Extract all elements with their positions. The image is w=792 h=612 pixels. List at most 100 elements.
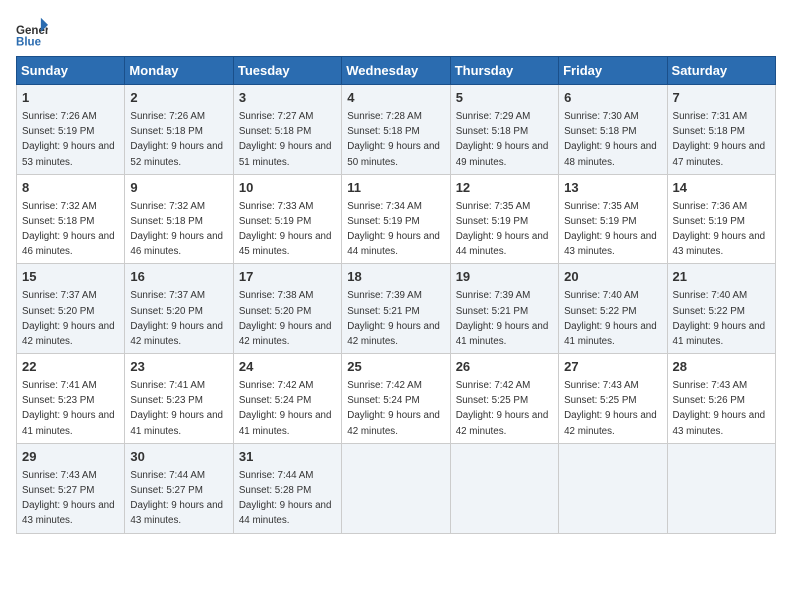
weekday-header-sunday: Sunday xyxy=(17,57,125,85)
day-number: 29 xyxy=(22,448,119,467)
daylight: Daylight: 9 hours and 42 minutes. xyxy=(347,410,440,436)
sunrise: Sunrise: 7:43 AM xyxy=(564,380,639,391)
weekday-header-tuesday: Tuesday xyxy=(233,57,341,85)
daylight: Daylight: 9 hours and 46 minutes. xyxy=(22,231,115,257)
calendar-cell: 18Sunrise: 7:39 AMSunset: 5:21 PMDayligh… xyxy=(342,264,450,354)
day-number: 21 xyxy=(673,268,770,287)
weekday-header-wednesday: Wednesday xyxy=(342,57,450,85)
calendar-cell: 1Sunrise: 7:26 AMSunset: 5:19 PMDaylight… xyxy=(17,85,125,175)
sunrise: Sunrise: 7:35 AM xyxy=(456,201,531,212)
sunset: Sunset: 5:23 PM xyxy=(22,395,94,406)
calendar-cell: 23Sunrise: 7:41 AMSunset: 5:23 PMDayligh… xyxy=(125,354,233,444)
day-number: 4 xyxy=(347,89,444,108)
sunset: Sunset: 5:19 PM xyxy=(22,126,94,137)
daylight: Daylight: 9 hours and 41 minutes. xyxy=(456,321,549,347)
sunset: Sunset: 5:18 PM xyxy=(22,216,94,227)
calendar-week-row: 29 Sunrise: 7:43 AM Sunset: 5:27 PM Dayligh… xyxy=(17,443,776,533)
day-number: 20 xyxy=(564,268,661,287)
day-number: 26 xyxy=(456,358,553,377)
page-header: General Blue xyxy=(16,16,776,48)
day-number: 22 xyxy=(22,358,119,377)
daylight: Daylight: 9 hours and 42 minutes. xyxy=(22,321,115,347)
sunrise: Sunrise: 7:30 AM xyxy=(564,111,639,122)
calendar-cell: 28Sunrise: 7:43 AMSunset: 5:26 PMDayligh… xyxy=(667,354,775,444)
sunset: Sunset: 5:18 PM xyxy=(456,126,528,137)
sunset: Sunset: 5:20 PM xyxy=(130,306,202,317)
calendar-cell: 27Sunrise: 7:43 AMSunset: 5:25 PMDayligh… xyxy=(559,354,667,444)
sunset: Sunset: 5:24 PM xyxy=(239,395,311,406)
day-number: 13 xyxy=(564,179,661,198)
day-number: 2 xyxy=(130,89,227,108)
sunset: Sunset: 5:28 PM xyxy=(239,485,311,496)
sunset: Sunset: 5:20 PM xyxy=(239,306,311,317)
weekday-header-saturday: Saturday xyxy=(667,57,775,85)
day-number: 18 xyxy=(347,268,444,287)
sunrise: Sunrise: 7:42 AM xyxy=(347,380,422,391)
sunset: Sunset: 5:27 PM xyxy=(130,485,202,496)
daylight: Daylight: 9 hours and 41 minutes. xyxy=(130,410,223,436)
sunset: Sunset: 5:26 PM xyxy=(673,395,745,406)
sunrise: Sunrise: 7:32 AM xyxy=(22,201,97,212)
sunrise: Sunrise: 7:37 AM xyxy=(22,290,97,301)
weekday-header-thursday: Thursday xyxy=(450,57,558,85)
daylight: Daylight: 9 hours and 49 minutes. xyxy=(456,141,549,167)
daylight: Daylight: 9 hours and 42 minutes. xyxy=(239,321,332,347)
sunrise: Sunrise: 7:39 AM xyxy=(347,290,422,301)
calendar-cell: 8Sunrise: 7:32 AMSunset: 5:18 PMDaylight… xyxy=(17,174,125,264)
sunrise: Sunrise: 7:40 AM xyxy=(564,290,639,301)
calendar-cell: 4Sunrise: 7:28 AMSunset: 5:18 PMDaylight… xyxy=(342,85,450,175)
sunrise: Sunrise: 7:42 AM xyxy=(239,380,314,391)
day-number: 6 xyxy=(564,89,661,108)
sunrise: Sunrise: 7:44 AM xyxy=(130,470,205,481)
calendar-week-row: 22Sunrise: 7:41 AMSunset: 5:23 PMDayligh… xyxy=(17,354,776,444)
day-number: 27 xyxy=(564,358,661,377)
calendar-cell: 12Sunrise: 7:35 AMSunset: 5:19 PMDayligh… xyxy=(450,174,558,264)
sunrise: Sunrise: 7:43 AM xyxy=(22,470,97,481)
calendar-cell: 26Sunrise: 7:42 AMSunset: 5:25 PMDayligh… xyxy=(450,354,558,444)
sunset: Sunset: 5:25 PM xyxy=(456,395,528,406)
calendar-table: SundayMondayTuesdayWednesdayThursdayFrid… xyxy=(16,56,776,534)
sunrise: Sunrise: 7:34 AM xyxy=(347,201,422,212)
sunrise: Sunrise: 7:44 AM xyxy=(239,470,314,481)
calendar-cell: 6Sunrise: 7:30 AMSunset: 5:18 PMDaylight… xyxy=(559,85,667,175)
sunrise: Sunrise: 7:29 AM xyxy=(456,111,531,122)
sunset: Sunset: 5:18 PM xyxy=(673,126,745,137)
day-number: 28 xyxy=(673,358,770,377)
daylight: Daylight: 9 hours and 51 minutes. xyxy=(239,141,332,167)
calendar-cell: 11Sunrise: 7:34 AMSunset: 5:19 PMDayligh… xyxy=(342,174,450,264)
sunrise: Sunrise: 7:33 AM xyxy=(239,201,314,212)
daylight: Daylight: 9 hours and 42 minutes. xyxy=(564,410,657,436)
sunset: Sunset: 5:18 PM xyxy=(239,126,311,137)
sunrise: Sunrise: 7:38 AM xyxy=(239,290,314,301)
daylight: Daylight: 9 hours and 43 minutes. xyxy=(673,231,766,257)
calendar-cell: 9Sunrise: 7:32 AMSunset: 5:18 PMDaylight… xyxy=(125,174,233,264)
day-number: 11 xyxy=(347,179,444,198)
day-number: 9 xyxy=(130,179,227,198)
sunset: Sunset: 5:19 PM xyxy=(673,216,745,227)
calendar-body: 1Sunrise: 7:26 AMSunset: 5:19 PMDaylight… xyxy=(17,85,776,534)
sunset: Sunset: 5:22 PM xyxy=(564,306,636,317)
calendar-cell: 13Sunrise: 7:35 AMSunset: 5:19 PMDayligh… xyxy=(559,174,667,264)
sunrise: Sunrise: 7:36 AM xyxy=(673,201,748,212)
calendar-cell: 20Sunrise: 7:40 AMSunset: 5:22 PMDayligh… xyxy=(559,264,667,354)
calendar-cell: 25Sunrise: 7:42 AMSunset: 5:24 PMDayligh… xyxy=(342,354,450,444)
sunset: Sunset: 5:18 PM xyxy=(564,126,636,137)
calendar-cell: 7Sunrise: 7:31 AMSunset: 5:18 PMDaylight… xyxy=(667,85,775,175)
daylight: Daylight: 9 hours and 44 minutes. xyxy=(347,231,440,257)
sunset: Sunset: 5:19 PM xyxy=(456,216,528,227)
weekday-header-row: SundayMondayTuesdayWednesdayThursdayFrid… xyxy=(17,57,776,85)
day-number: 17 xyxy=(239,268,336,287)
daylight: Daylight: 9 hours and 50 minutes. xyxy=(347,141,440,167)
daylight: Daylight: 9 hours and 43 minutes. xyxy=(130,500,223,526)
calendar-cell: 19Sunrise: 7:39 AMSunset: 5:21 PMDayligh… xyxy=(450,264,558,354)
calendar-cell: 24Sunrise: 7:42 AMSunset: 5:24 PMDayligh… xyxy=(233,354,341,444)
daylight: Daylight: 9 hours and 46 minutes. xyxy=(130,231,223,257)
day-number: 12 xyxy=(456,179,553,198)
sunrise: Sunrise: 7:31 AM xyxy=(673,111,748,122)
sunset: Sunset: 5:27 PM xyxy=(22,485,94,496)
day-number: 31 xyxy=(239,448,336,467)
daylight: Daylight: 9 hours and 42 minutes. xyxy=(347,321,440,347)
calendar-cell xyxy=(342,443,450,533)
day-number: 25 xyxy=(347,358,444,377)
calendar-cell xyxy=(667,443,775,533)
